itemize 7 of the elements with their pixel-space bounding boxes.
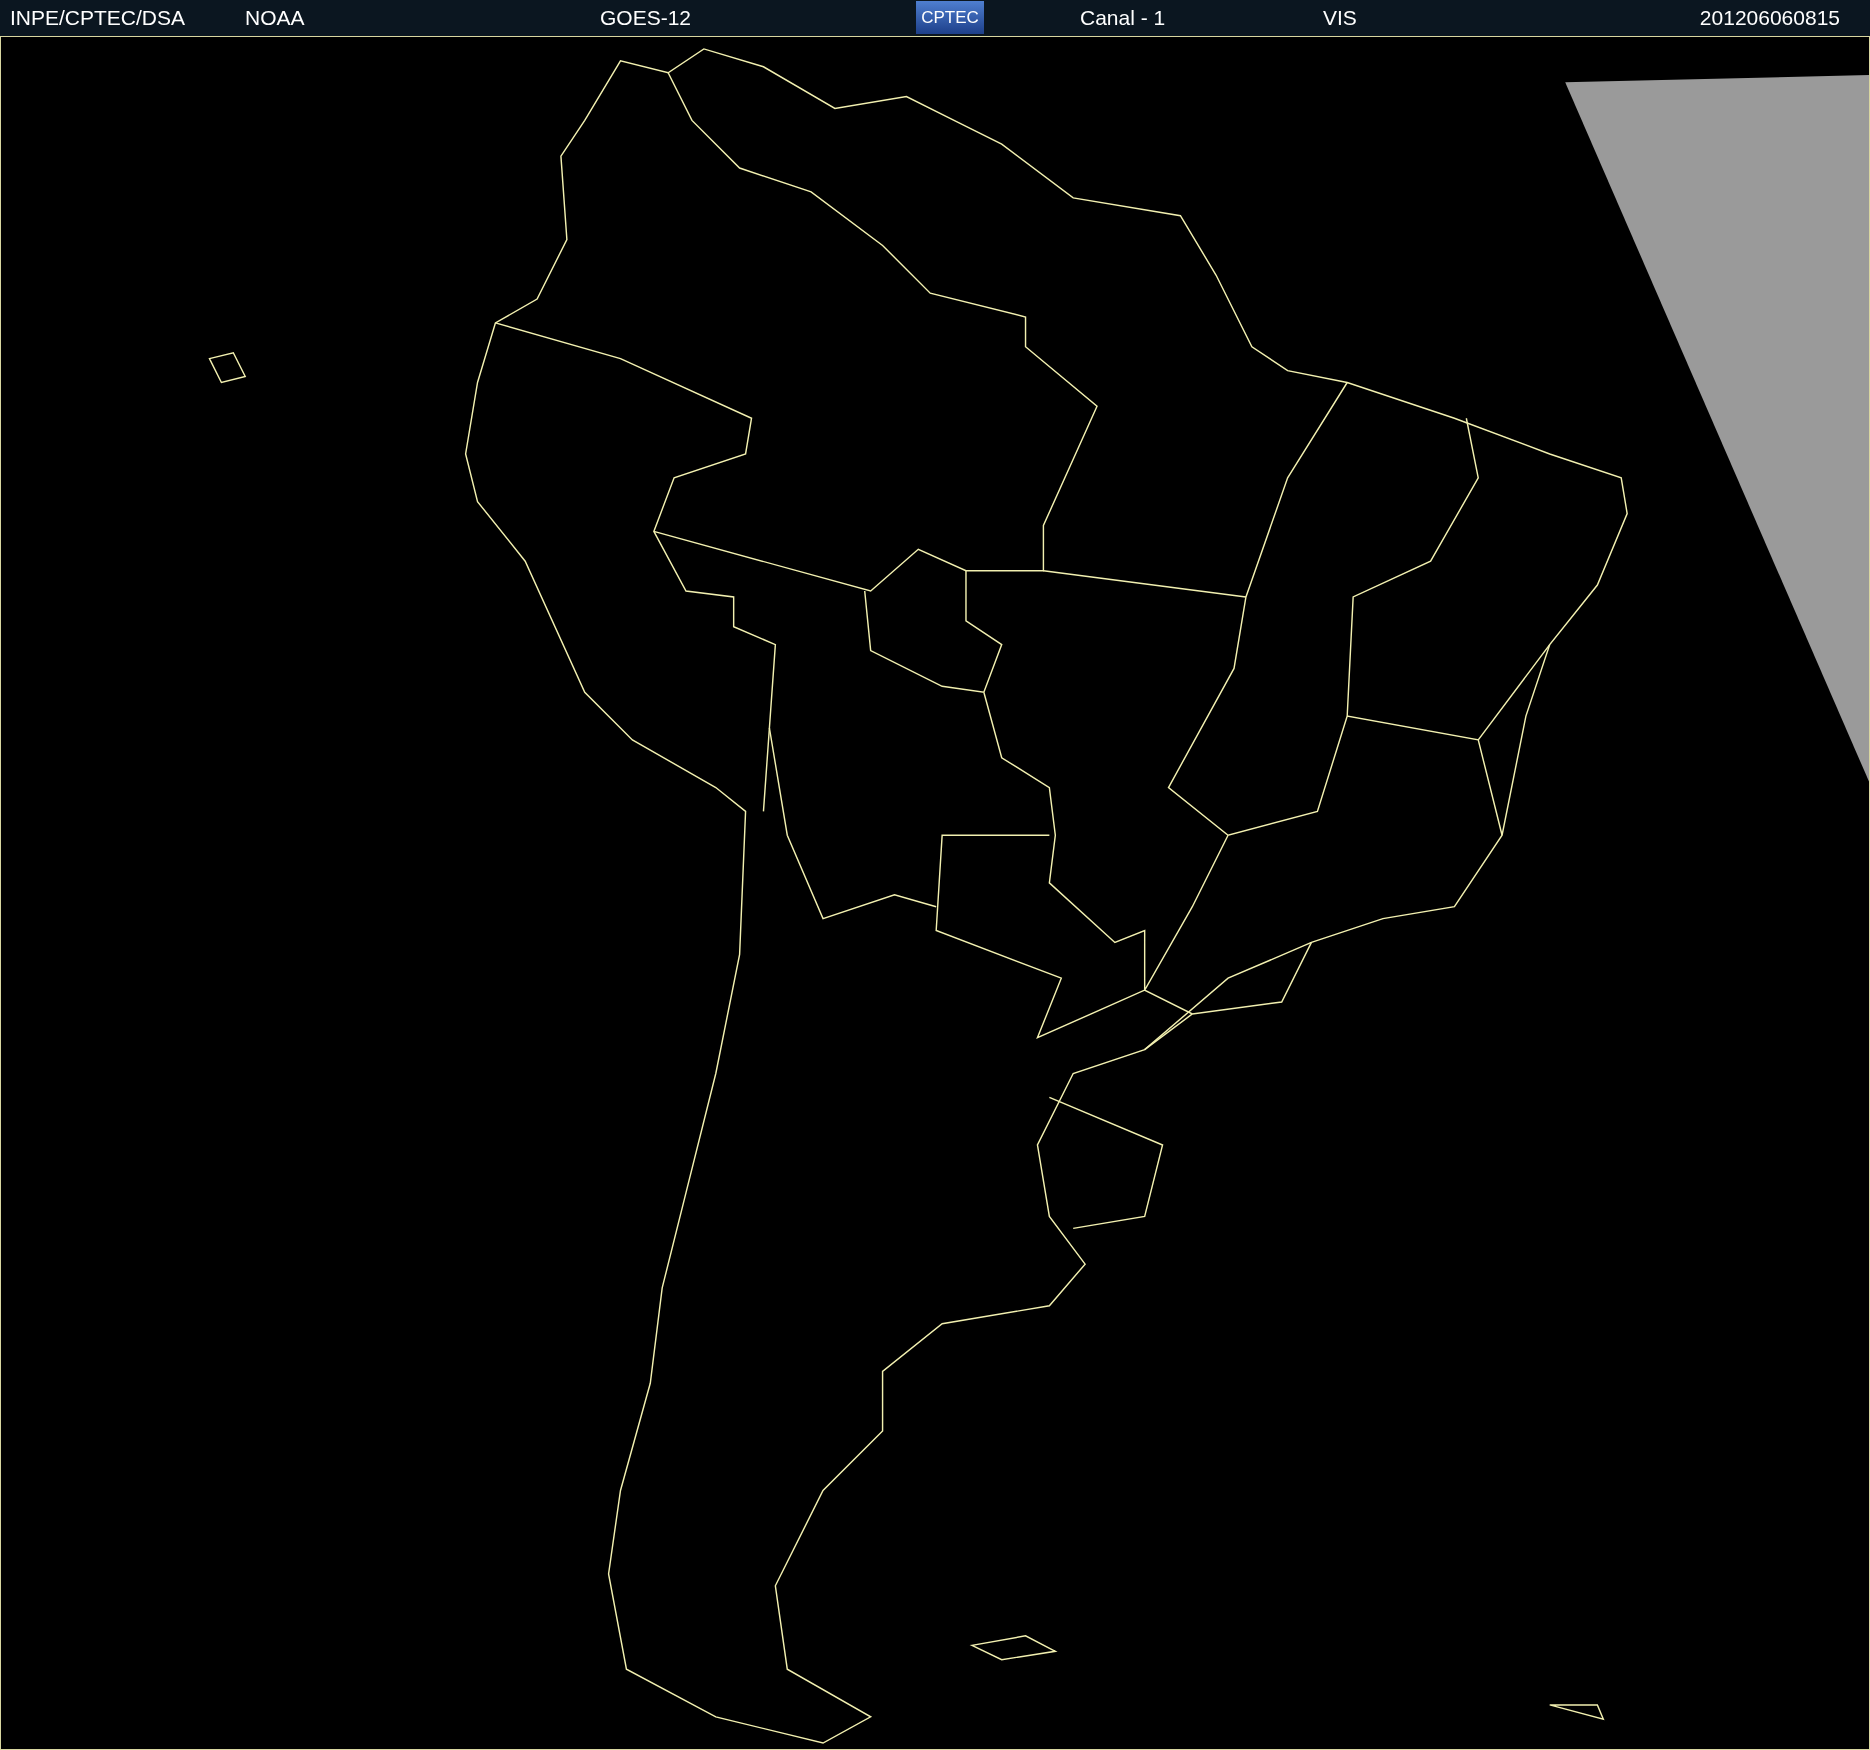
channel-label: Canal - 1 (1080, 6, 1166, 30)
source-label: INPE/CPTEC/DSA (10, 6, 186, 30)
timestamp-label: 201206060815 (1699, 6, 1840, 30)
satellite-label: GOES-12 (600, 6, 692, 30)
agency-label: NOAA (245, 6, 305, 30)
band-label: VIS (1323, 6, 1357, 30)
logo: CPTEC (916, 1, 984, 34)
